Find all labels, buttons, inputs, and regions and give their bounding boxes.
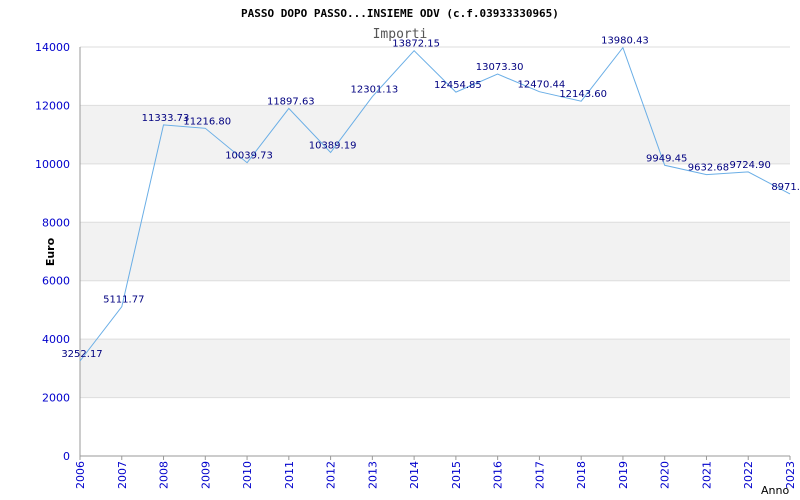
x-tick-label: 2006 — [74, 461, 87, 489]
y-tick-label: 8000 — [42, 216, 70, 229]
data-label: 10039.73 — [225, 151, 273, 162]
x-tick-label: 2011 — [283, 461, 296, 489]
data-label: 9724.90 — [730, 160, 771, 171]
data-label: 12470.44 — [518, 80, 566, 91]
x-tick-label: 2010 — [241, 461, 254, 489]
background-bands — [80, 105, 790, 398]
chart-title: PASSO DOPO PASSO...INSIEME ODV (c.f.0393… — [241, 7, 559, 20]
x-tick-label: 2019 — [617, 461, 630, 489]
x-axis-label: Anno — [761, 484, 789, 497]
data-label: 10389.19 — [309, 140, 357, 151]
data-labels: 3252.17 5111.77 11333.7311216.80 10039.73 11… — [61, 36, 800, 360]
y-tick-label: 14000 — [35, 41, 70, 54]
data-label: 12454.85 — [434, 80, 482, 91]
series-line — [79, 46, 791, 362]
x-tick-label: 2012 — [325, 461, 338, 489]
y-tick-label: 2000 — [42, 392, 70, 405]
x-tick-label: 2013 — [366, 461, 379, 489]
x-tick-label: 2021 — [700, 461, 713, 489]
data-label: 3252.17 — [61, 349, 102, 360]
data-label: 13980.43 — [601, 36, 649, 47]
x-tick-label: 2017 — [533, 461, 546, 489]
line-chart: 02000400060008000100001200014000 2006 200… — [35, 7, 800, 497]
y-axis-label: Euro — [44, 237, 57, 266]
y-tick-label: 10000 — [35, 158, 70, 171]
data-label: 11216.80 — [183, 116, 231, 127]
data-label: 12143.60 — [559, 89, 607, 100]
data-label: 8971.30 — [771, 182, 800, 193]
x-tick-label: 2009 — [199, 461, 212, 489]
data-label: 9949.45 — [646, 153, 687, 164]
x-tick-label: 2015 — [450, 461, 463, 489]
background-band — [80, 222, 790, 281]
y-tick-label: 4000 — [42, 333, 70, 346]
data-label: 11333.73 — [142, 113, 190, 124]
data-label: 12301.13 — [350, 85, 398, 96]
x-tick-label: 2020 — [659, 461, 672, 489]
x-tick-label: 2008 — [158, 461, 171, 489]
x-tick-label: 2007 — [116, 461, 129, 489]
x-tick-label: 2014 — [408, 461, 421, 489]
y-tick-label: 6000 — [42, 275, 70, 288]
x-tick-labels: 2006 2007 2008 2009 2010 2011 2012 2013 2014 2015… — [74, 456, 797, 489]
x-tick-label: 2016 — [492, 461, 505, 489]
x-tick-label: 2018 — [575, 461, 588, 489]
background-band — [80, 339, 790, 398]
data-label: 13073.30 — [476, 62, 524, 73]
x-tick-label: 2022 — [742, 461, 755, 489]
y-tick-label: 12000 — [35, 99, 70, 112]
data-label: 9632.68 — [688, 163, 729, 174]
data-label: 11897.63 — [267, 96, 315, 107]
data-label: 5111.77 — [103, 295, 144, 306]
chart-subtitle: Importi — [373, 27, 428, 42]
y-tick-label: 0 — [63, 450, 70, 463]
